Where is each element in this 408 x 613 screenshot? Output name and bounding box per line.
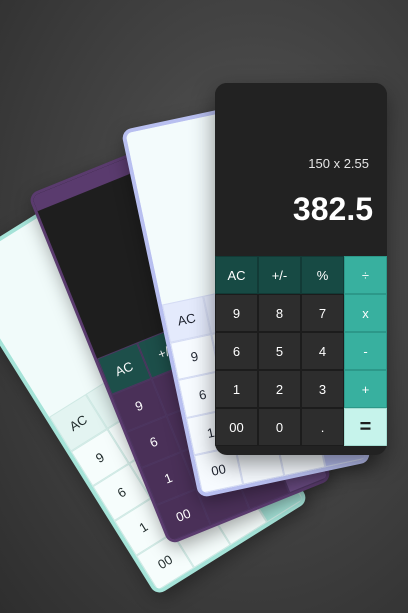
digit-8-button[interactable]: 8 bbox=[258, 294, 301, 332]
sign-toggle-button[interactable]: +/- bbox=[258, 256, 301, 294]
digit-3-button[interactable]: 3 bbox=[301, 370, 344, 408]
calculator-card-front: 150 x 2.55 382.5 AC +/-% ÷ 9 8 7 x 6 5 4- 1 2 3 +00 0.… bbox=[215, 83, 387, 455]
digit-6-button[interactable]: 6 bbox=[215, 332, 258, 370]
double-zero-button[interactable]: 00 bbox=[215, 408, 258, 446]
subtract-button[interactable]: - bbox=[344, 332, 387, 370]
digit-0-button[interactable]: 0 bbox=[258, 408, 301, 446]
divide-button[interactable]: ÷ bbox=[344, 256, 387, 294]
decimal-button[interactable]: . bbox=[301, 408, 344, 446]
digit-2-button[interactable]: 2 bbox=[258, 370, 301, 408]
digit-1-button[interactable]: 1 bbox=[215, 370, 258, 408]
digit-7-button[interactable]: 7 bbox=[301, 294, 344, 332]
percent-button[interactable]: % bbox=[301, 256, 344, 294]
keypad: AC +/-% ÷ 9 8 7 x 6 5 4- 1 2 3 +00 0. = bbox=[215, 256, 387, 455]
calculator-showcase: AC 9 6 1 00 AC +/ 9 6 1 00 AC 9 6 1 00 1… bbox=[0, 0, 408, 613]
calculator-display: 150 x 2.55 382.5 bbox=[215, 83, 387, 256]
multiply-button[interactable]: x bbox=[344, 294, 387, 332]
clear-button[interactable]: AC bbox=[215, 256, 258, 294]
digit-4-button[interactable]: 4 bbox=[301, 332, 344, 370]
add-button[interactable]: + bbox=[344, 370, 387, 408]
digit-5-button[interactable]: 5 bbox=[258, 332, 301, 370]
digit-9-button[interactable]: 9 bbox=[215, 294, 258, 332]
equals-button[interactable]: = bbox=[344, 408, 387, 446]
expression-text: 150 x 2.55 bbox=[308, 156, 369, 171]
result-text: 382.5 bbox=[292, 191, 373, 227]
